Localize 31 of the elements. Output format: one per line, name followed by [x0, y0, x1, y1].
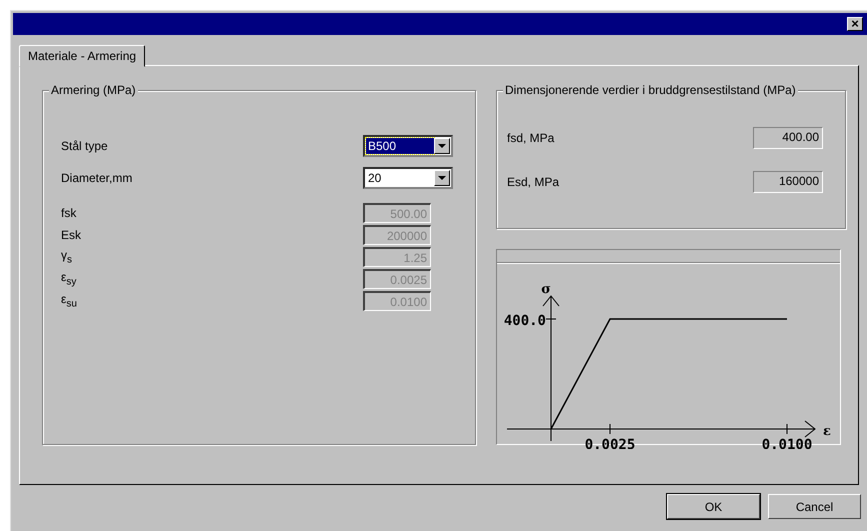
- tab[interactable]: Materiale - Armering: [19, 45, 146, 67]
- dialog-button[interactable]: Cancel: [768, 494, 861, 519]
- readonly-field: 0.0025: [363, 269, 431, 289]
- axis-label: σ: [541, 282, 551, 297]
- field-label: ε$_{sy}$: [61, 270, 76, 288]
- tick-mark: [786, 424, 788, 434]
- tick-mark: [546, 318, 556, 320]
- tick-label: 400.0: [504, 313, 546, 329]
- tick-label: 0.0100: [762, 437, 812, 449]
- field-label: γ$_{s}$: [61, 248, 72, 266]
- readonly-field: 200000: [363, 225, 431, 245]
- dropdown[interactable]: B500: [363, 135, 453, 157]
- field-label: Esd, MPa: [507, 175, 560, 189]
- group-title: Dimensjonerende verdier i bruddgrensestilstand (MPa): [503, 83, 798, 97]
- readonly-field: 400.00: [753, 127, 823, 149]
- field-label: Esk: [61, 228, 82, 242]
- readonly-field: 160000: [753, 171, 823, 193]
- tick-label: 0.0025: [584, 437, 636, 449]
- field-label: fsd, MPa: [507, 131, 554, 145]
- dropdown[interactable]: 20: [363, 167, 453, 189]
- readonly-field: 500.00: [363, 203, 431, 223]
- dialog-button[interactable]: OK: [667, 494, 760, 519]
- readonly-field: 0.0100: [363, 291, 431, 311]
- close-button[interactable]: ×: [847, 17, 863, 31]
- axis-label: ε: [823, 424, 831, 439]
- field-label: fsk: [61, 206, 76, 220]
- field-label: Diameter,mm: [61, 171, 132, 185]
- field-label: ε$_{su}$: [61, 292, 77, 310]
- group-title: Armering (MPa): [49, 83, 138, 97]
- field-label: Stål type: [61, 139, 108, 153]
- readonly-field: 1.25: [363, 247, 431, 267]
